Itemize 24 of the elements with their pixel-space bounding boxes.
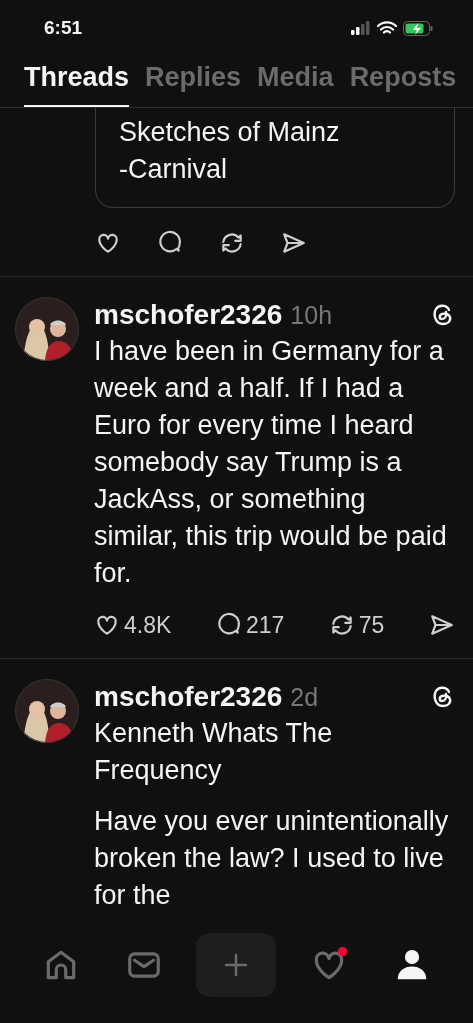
repost-icon <box>219 230 245 256</box>
post-time: 10h <box>290 300 334 330</box>
signal-icon <box>351 21 371 35</box>
username[interactable]: mschofer2326 <box>94 681 283 713</box>
tab[interactable]: Replies <box>145 56 242 107</box>
post-time: 2d <box>290 682 320 712</box>
send-icon[interactable] <box>281 230 307 256</box>
battery-icon <box>403 20 433 36</box>
repost-button[interactable]: 75 <box>328 611 385 639</box>
send-icon[interactable] <box>429 612 455 638</box>
quoted-post-card[interactable]: Sketches of Mainz -Carnival <box>95 108 455 208</box>
reply-button[interactable]: 217 <box>215 611 285 639</box>
like-button[interactable]: 4.8K <box>94 611 172 639</box>
post-title: Kenneth Whats The Frequency <box>94 717 334 787</box>
status-time: 6:51 <box>44 17 83 39</box>
tab[interactable]: Media <box>257 56 334 107</box>
username[interactable]: mschofer2326 <box>94 299 283 331</box>
tab[interactable]: Reposts <box>349 56 457 107</box>
post-text: Have you ever unintentionally broken the law? I used to live for the <box>94 805 450 912</box>
wifi-icon <box>377 20 397 36</box>
notification-dot <box>338 947 348 956</box>
tab[interactable]: Threads <box>24 56 130 107</box>
quoted-post-text: Sketches of Mainz -Carnival <box>119 116 341 186</box>
post-text: I have been in Germany for a week and a half. If I had a Euro for every time I heard somebody say Trump is a JackAss, or something similar, this trip would be paid for. <box>94 335 448 590</box>
